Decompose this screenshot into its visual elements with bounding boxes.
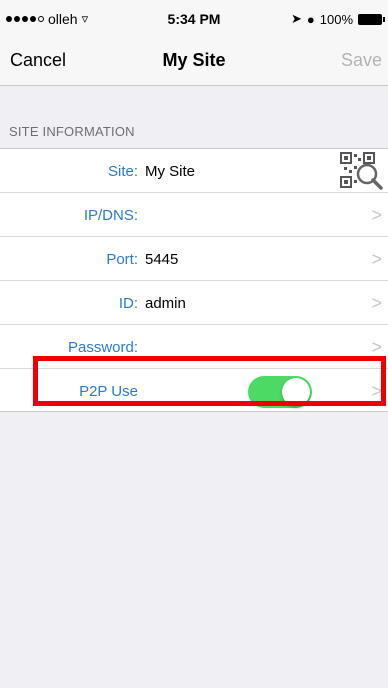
page-title: My Site bbox=[162, 50, 226, 70]
port-row[interactable]: Port: 5445 > bbox=[0, 237, 388, 281]
port-value[interactable]: 5445 bbox=[145, 251, 178, 268]
id-label: ID: bbox=[118, 295, 138, 312]
port-label: Port: bbox=[106, 251, 138, 268]
chevron-right-icon: > bbox=[371, 337, 382, 357]
site-value[interactable]: My Site bbox=[145, 163, 195, 180]
location-icon: ➤ bbox=[290, 11, 302, 26]
status-bar: olleh ▿ 5:34 PM ➤ ● 100% bbox=[0, 0, 388, 34]
battery-icon bbox=[358, 13, 385, 25]
alarm-icon: ● bbox=[306, 11, 315, 27]
ip-dns-label: IP/DNS: bbox=[83, 207, 138, 224]
ip-dns-row[interactable]: IP/DNS: > bbox=[0, 193, 388, 237]
qr-scan-icon[interactable] bbox=[340, 152, 384, 190]
id-value[interactable]: admin bbox=[145, 295, 186, 312]
status-right: ➤ ● 100% bbox=[290, 11, 385, 27]
chevron-right-icon: > bbox=[371, 205, 382, 225]
chevron-right-icon: > bbox=[371, 293, 382, 313]
battery-percent: 100% bbox=[319, 11, 353, 27]
section-header: SITE INFORMATION bbox=[9, 124, 135, 139]
id-row[interactable]: ID: admin > bbox=[0, 281, 388, 325]
highlight-box bbox=[33, 356, 386, 406]
navigation-bar: Cancel My Site Save bbox=[0, 34, 388, 86]
password-label: Password: bbox=[67, 339, 138, 356]
site-label: Site: bbox=[107, 163, 138, 180]
save-button[interactable]: Save bbox=[341, 50, 382, 71]
chevron-right-icon: > bbox=[371, 249, 382, 269]
site-row[interactable]: Site: My Site bbox=[0, 149, 388, 193]
